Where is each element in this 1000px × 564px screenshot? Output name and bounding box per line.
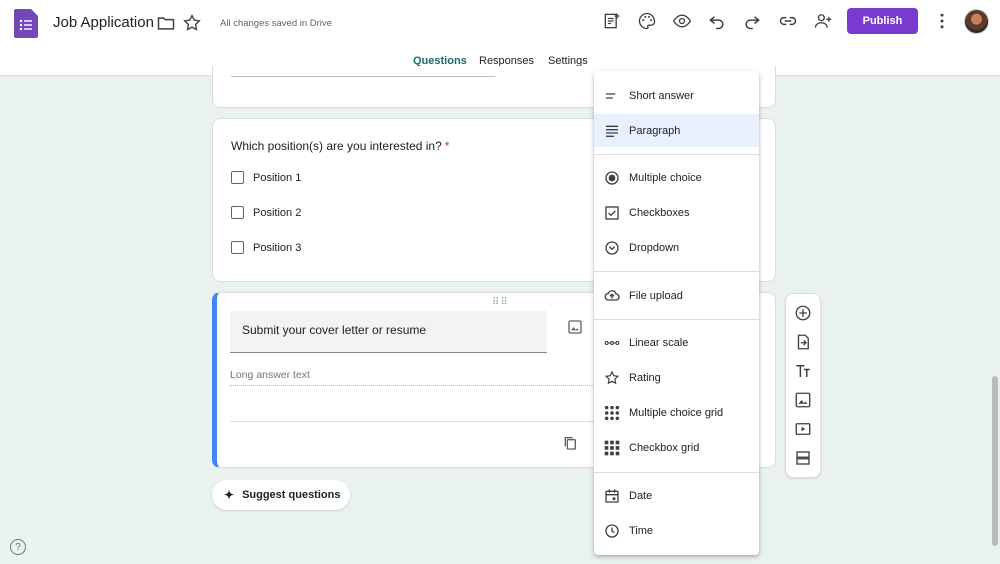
cloud-upload-icon <box>603 287 621 305</box>
long-answer-placeholder: Long answer text <box>230 369 610 386</box>
add-image-icon[interactable] <box>794 391 812 409</box>
add-title-icon[interactable] <box>794 362 812 380</box>
checkbox[interactable] <box>231 206 244 219</box>
undo-icon[interactable] <box>706 10 728 32</box>
suggest-questions-label: Suggest questions <box>242 489 341 501</box>
menu-item-multiple-choice-grid[interactable]: Multiple choice grid <box>594 396 759 429</box>
suggest-questions-button[interactable]: ✦ Suggest questions <box>212 480 350 510</box>
help-icon[interactable]: ? <box>10 539 26 555</box>
grid-dots-icon <box>603 404 621 422</box>
checkbox-option[interactable]: Position 2 <box>231 206 301 219</box>
menu-item-label: Linear scale <box>629 336 689 349</box>
checkbox-icon <box>603 204 621 222</box>
menu-item-checkboxes[interactable]: Checkboxes <box>594 196 759 229</box>
menu-item-checkbox-grid[interactable]: Checkbox grid <box>594 431 759 464</box>
paragraph-icon <box>603 122 621 140</box>
redo-icon[interactable] <box>741 10 763 32</box>
option-label: Position 2 <box>253 206 302 219</box>
menu-item-multiple-choice[interactable]: Multiple choice <box>594 161 759 194</box>
app-header: Job Application All changes saved in Dri… <box>0 0 1000 76</box>
question-title-input[interactable]: Submit your cover letter or resume <box>230 311 547 353</box>
calendar-icon <box>603 487 621 505</box>
checkbox-option[interactable]: Position 3 <box>231 241 301 254</box>
more-options-icon[interactable] <box>931 10 953 32</box>
menu-item-date[interactable]: Date <box>594 479 759 512</box>
clock-icon <box>603 522 621 540</box>
add-section-icon[interactable] <box>794 449 812 467</box>
sparkle-icon: ✦ <box>224 488 235 502</box>
import-questions-icon[interactable] <box>794 333 812 351</box>
menu-divider <box>594 271 759 272</box>
option-label: Position 3 <box>253 241 302 254</box>
checkbox[interactable] <box>231 241 244 254</box>
menu-divider <box>594 319 759 320</box>
add-video-icon[interactable] <box>794 420 812 438</box>
menu-item-label: Dropdown <box>629 241 680 254</box>
add-question-icon[interactable] <box>794 304 812 322</box>
menu-item-time[interactable]: Time <box>594 514 759 547</box>
publish-button[interactable]: Publish <box>847 8 918 34</box>
checkbox-option[interactable]: Position 1 <box>231 171 301 184</box>
menu-item-label: Multiple choice grid <box>629 406 724 419</box>
question-title-text: Which position(s) are you interested in? <box>231 139 442 153</box>
menu-item-label: Short answer <box>629 89 694 102</box>
menu-item-label: Rating <box>629 371 661 384</box>
radio-icon <box>603 169 621 187</box>
menu-item-label: Multiple choice <box>629 171 702 184</box>
short-answer-icon <box>603 87 621 105</box>
question-title: Which position(s) are you interested in?… <box>231 139 449 153</box>
star-icon[interactable] <box>181 12 203 34</box>
palette-icon[interactable] <box>636 10 658 32</box>
menu-item-paragraph[interactable]: Paragraph <box>594 114 759 147</box>
menu-item-short-answer[interactable]: Short answer <box>594 79 759 112</box>
save-status: All changes saved in Drive <box>220 18 332 29</box>
duplicate-icon[interactable] <box>562 435 578 451</box>
add-on-icon[interactable] <box>601 10 623 32</box>
account-avatar[interactable] <box>964 9 989 34</box>
checkbox[interactable] <box>231 171 244 184</box>
forms-logo-icon[interactable] <box>14 9 38 38</box>
card-footer-divider <box>230 421 610 422</box>
dropdown-icon <box>603 239 621 257</box>
answer-line <box>231 76 495 77</box>
menu-item-rating[interactable]: Rating <box>594 361 759 394</box>
menu-item-file-upload[interactable]: File upload <box>594 279 759 312</box>
folder-icon[interactable] <box>155 12 177 34</box>
linear-scale-icon <box>603 334 621 352</box>
menu-item-label: Date <box>629 489 653 502</box>
menu-item-linear-scale[interactable]: Linear scale <box>594 326 759 359</box>
menu-divider <box>594 154 759 155</box>
menu-item-label: Paragraph <box>629 124 681 137</box>
required-asterisk: * <box>444 139 450 153</box>
preview-eye-icon[interactable] <box>671 10 693 32</box>
star-icon <box>603 369 621 387</box>
menu-item-label: File upload <box>629 289 683 302</box>
grid-squares-icon <box>603 439 621 457</box>
floating-toolbar <box>785 293 821 478</box>
menu-item-label: Checkboxes <box>629 206 690 219</box>
option-label: Position 1 <box>253 171 302 184</box>
drag-handle-icon[interactable]: ⠿⠿ <box>492 297 509 308</box>
menu-item-dropdown[interactable]: Dropdown <box>594 231 759 264</box>
question-type-menu: Short answer Paragraph Multiple choice C… <box>594 71 759 555</box>
menu-item-label: Time <box>629 524 654 537</box>
menu-item-label: Checkbox grid <box>629 441 700 454</box>
link-icon[interactable] <box>777 10 799 32</box>
add-image-icon[interactable] <box>567 319 583 335</box>
add-collaborator-icon[interactable] <box>812 10 834 32</box>
page-scrollbar[interactable] <box>992 376 998 546</box>
document-title[interactable]: Job Application <box>53 14 154 31</box>
menu-divider <box>594 472 759 473</box>
